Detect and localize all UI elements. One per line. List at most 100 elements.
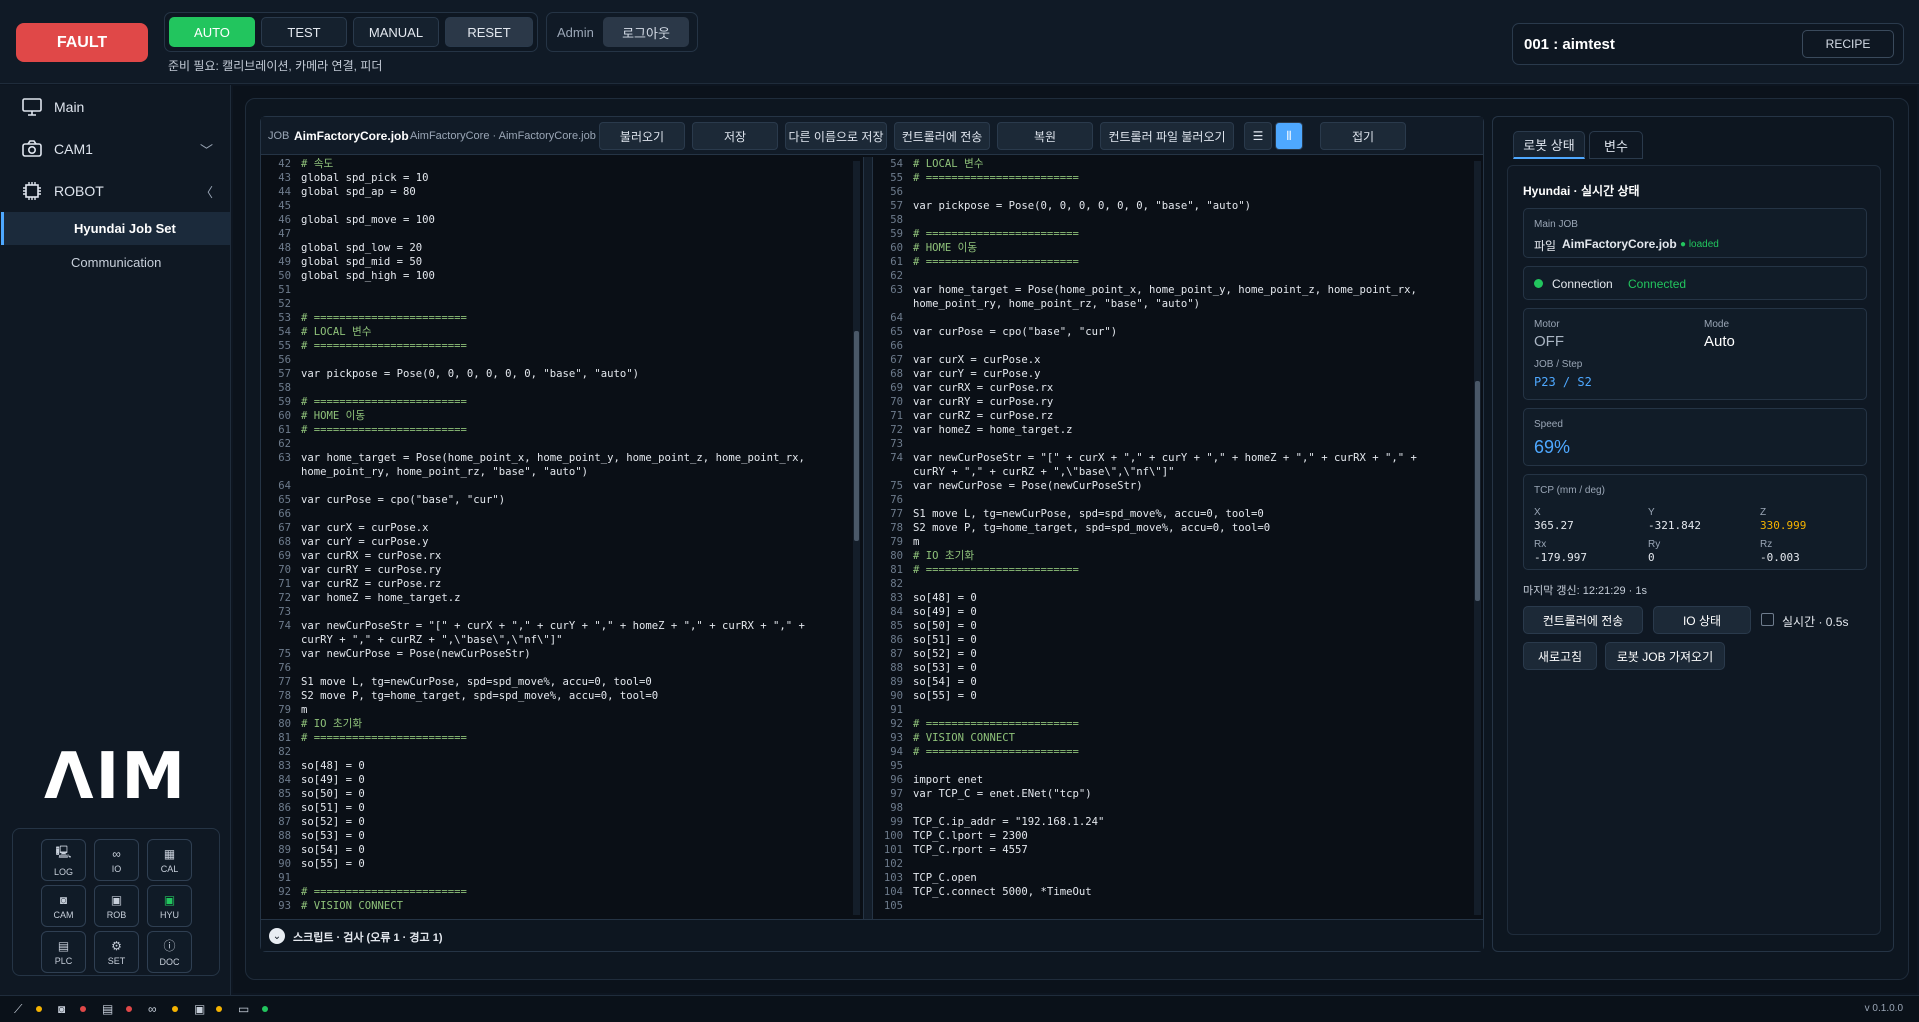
save-as-button[interactable]: 다른 이름으로 저장 — [785, 122, 887, 150]
code-line[interactable]: 62 — [877, 269, 1469, 283]
code-line[interactable]: 69 var curRX = curPose.rx — [877, 381, 1469, 395]
code-line[interactable]: 61 # ======================== — [877, 255, 1469, 269]
code-line[interactable]: 72 var homeZ = home_target.z — [877, 423, 1469, 437]
code-line[interactable]: 97 var TCP_C = enet.ENet("tcp") — [877, 787, 1469, 801]
code-line[interactable]: 67 var curX = curPose.x — [877, 353, 1469, 367]
code-line[interactable]: 43 global spd_pick = 10 — [265, 171, 861, 185]
restore-button[interactable]: 복원 — [997, 122, 1093, 150]
code-line[interactable]: 55 # ======================== — [265, 339, 861, 353]
code-line[interactable]: 68 var curY = curPose.y — [265, 535, 861, 549]
code-line[interactable]: 83 so[48] = 0 — [265, 759, 861, 773]
code-line[interactable]: 77 S1 move L, tg=newCurPose, spd=spd_move… — [265, 675, 861, 689]
code-line[interactable]: 82 — [265, 745, 861, 759]
send-to-controller-button[interactable]: 컨트롤러에 전송 — [1523, 606, 1643, 634]
code-line[interactable]: 99 TCP_C.ip_addr = "192.168.1.24" — [877, 815, 1469, 829]
chevron-down-icon[interactable]: ﹀ — [200, 140, 213, 159]
code-line[interactable]: 90 so[55] = 0 — [877, 689, 1469, 703]
recipe-button[interactable]: RECIPE — [1802, 30, 1894, 58]
code-line[interactable]: 80 # IO 초기화 — [265, 717, 861, 731]
tile-cal[interactable]: ▦ CAL — [147, 839, 192, 881]
code-line[interactable]: 68 var curY = curPose.y — [877, 367, 1469, 381]
tile-plc[interactable]: ▤ PLC — [41, 931, 86, 973]
code-line[interactable]: 100 TCP_C.lport = 2300 — [877, 829, 1469, 843]
code-line[interactable]: 85 so[50] = 0 — [877, 619, 1469, 633]
split-view-icon[interactable]: ⫴ — [1275, 122, 1303, 150]
code-line[interactable]: 98 — [877, 801, 1469, 815]
code-line[interactable]: 93 # VISION CONNECT — [877, 731, 1469, 745]
code-line[interactable]: 71 var curRZ = curPose.rz — [877, 409, 1469, 423]
fault-button[interactable]: FAULT — [16, 23, 148, 62]
code-line[interactable]: 58 — [877, 213, 1469, 227]
code-line[interactable]: 79 m — [877, 535, 1469, 549]
code-line[interactable]: 72 var homeZ = home_target.z — [265, 591, 861, 605]
code-line[interactable]: 89 so[54] = 0 — [265, 843, 861, 857]
code-line[interactable]: 91 — [265, 871, 861, 885]
tile-log[interactable]: 🖳 LOG — [41, 839, 86, 881]
refresh-button[interactable]: 새로고침 — [1523, 642, 1597, 670]
code-line[interactable]: 55 # ======================== — [877, 171, 1469, 185]
code-line[interactable]: 59 # ======================== — [877, 227, 1469, 241]
code-line[interactable]: 94 # ======================== — [877, 745, 1469, 759]
code-line[interactable]: 87 so[52] = 0 — [265, 815, 861, 829]
code-line[interactable]: 84 so[49] = 0 — [877, 605, 1469, 619]
code-line[interactable]: 47 — [265, 227, 861, 241]
code-line[interactable]: 82 — [877, 577, 1469, 591]
tile-hyu[interactable]: ▣ HYU — [147, 885, 192, 927]
mode-auto-button[interactable]: AUTO — [169, 17, 255, 47]
code-line[interactable]: 88 so[53] = 0 — [265, 829, 861, 843]
code-line[interactable]: 81 # ======================== — [265, 731, 861, 745]
code-line[interactable]: 90 so[55] = 0 — [265, 857, 861, 871]
code-line[interactable]: 46 global spd_move = 100 — [265, 213, 861, 227]
code-line[interactable]: 78 S2 move P, tg=home_target, spd=spd_mov… — [877, 521, 1469, 535]
nav-main[interactable]: Main — [0, 87, 231, 127]
code-line[interactable]: 105 — [877, 899, 1469, 913]
code-line[interactable]: 48 global spd_low = 20 — [265, 241, 861, 255]
code-line[interactable]: 89 so[54] = 0 — [877, 675, 1469, 689]
scroll-thumb[interactable] — [854, 331, 859, 541]
single-view-icon[interactable]: ☰ — [1244, 122, 1272, 150]
code-line[interactable]: 93 # VISION CONNECT — [265, 899, 861, 913]
code-line[interactable]: 63 var home_target = Pose(home_point_x, h… — [877, 283, 1469, 311]
code-line[interactable]: 75 var newCurPose = Pose(newCurPoseStr) — [265, 647, 861, 661]
code-line[interactable]: 69 var curRX = curPose.rx — [265, 549, 861, 563]
code-line[interactable]: 74 var newCurPoseStr = "[" + curX + "," +… — [877, 451, 1469, 479]
tile-doc[interactable]: ⓘ DOC — [147, 931, 192, 973]
fold-button[interactable]: 접기 — [1320, 122, 1406, 150]
chevron-left-icon[interactable]: 〈 — [200, 182, 213, 201]
io-status-button[interactable]: IO 상태 — [1653, 606, 1751, 634]
code-line[interactable]: 54 # LOCAL 변수 — [265, 325, 861, 339]
code-line[interactable]: 92 # ======================== — [877, 717, 1469, 731]
code-line[interactable]: 81 # ======================== — [877, 563, 1469, 577]
scrollbar-right[interactable] — [1474, 161, 1481, 915]
code-line[interactable]: 50 global spd_high = 100 — [265, 269, 861, 283]
code-line[interactable]: 104 TCP_C.connect 5000, *TimeOut — [877, 885, 1469, 899]
code-line[interactable]: 96 import enet — [877, 773, 1469, 787]
code-line[interactable]: 76 — [265, 661, 861, 675]
code-line[interactable]: 102 — [877, 857, 1469, 871]
code-line[interactable]: 64 — [877, 311, 1469, 325]
code-line[interactable]: 70 var curRY = curPose.ry — [265, 563, 861, 577]
tile-rob[interactable]: ▣ ROB — [94, 885, 139, 927]
code-line[interactable]: 66 — [265, 507, 861, 521]
chevron-down-icon[interactable]: ⌄ — [269, 928, 285, 944]
code-line[interactable]: 42 # 속도 — [265, 157, 861, 171]
code-line[interactable]: 95 — [877, 759, 1469, 773]
fetch-robot-job-button[interactable]: 로봇 JOB 가져오기 — [1605, 642, 1725, 670]
sidebar-item-communication[interactable]: Communication — [1, 246, 230, 279]
code-line[interactable]: 92 # ======================== — [265, 885, 861, 899]
code-line[interactable]: 73 — [265, 605, 861, 619]
code-line[interactable]: 57 var pickpose = Pose(0, 0, 0, 0, 0, 0, … — [265, 367, 861, 381]
tile-io[interactable]: ∞ IO — [94, 839, 139, 881]
code-line[interactable]: 53 # ======================== — [265, 311, 861, 325]
sidebar-item-hyundai-job-set[interactable]: Hyundai Job Set — [1, 212, 230, 245]
code-line[interactable]: 88 so[53] = 0 — [877, 661, 1469, 675]
code-line[interactable]: 87 so[52] = 0 — [877, 647, 1469, 661]
code-line[interactable]: 84 so[49] = 0 — [265, 773, 861, 787]
code-line[interactable]: 78 S2 move P, tg=home_target, spd=spd_mov… — [265, 689, 861, 703]
code-line[interactable]: 75 var newCurPose = Pose(newCurPoseStr) — [877, 479, 1469, 493]
tile-set[interactable]: ⚙ SET — [94, 931, 139, 973]
reset-button[interactable]: RESET — [445, 17, 533, 47]
scrollbar-left[interactable] — [853, 161, 860, 915]
code-line[interactable]: 60 # HOME 이동 — [265, 409, 861, 423]
code-line[interactable]: 62 — [265, 437, 861, 451]
